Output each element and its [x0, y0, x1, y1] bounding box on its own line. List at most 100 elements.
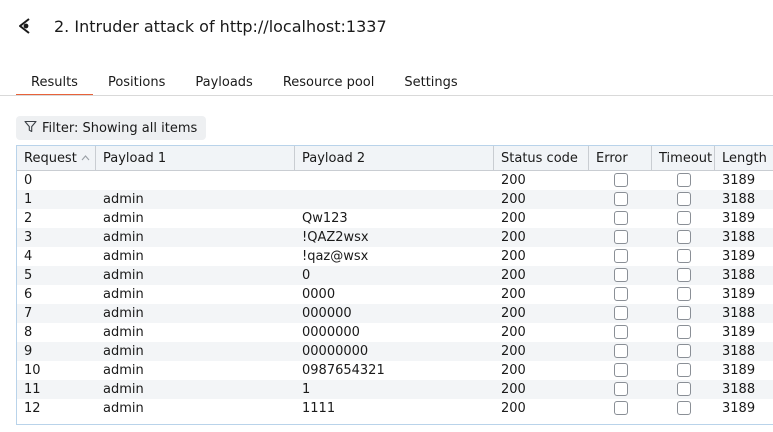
cell-status-code: 200 [501, 306, 526, 321]
cell-request: 7 [24, 306, 33, 321]
cell-payload-2: 0000 [302, 287, 336, 302]
cell-request: 8 [24, 325, 33, 340]
timeout-checkbox[interactable] [677, 306, 691, 320]
table-row[interactable]: 8 admin 0000000 200 3189 [17, 323, 773, 342]
timeout-checkbox[interactable] [677, 363, 691, 377]
error-checkbox[interactable] [614, 401, 628, 415]
timeout-checkbox[interactable] [677, 192, 691, 206]
table-row[interactable]: 11 admin 1 200 3188 [17, 380, 773, 399]
cell-status-code: 200 [501, 287, 526, 302]
cell-payload-1: admin [103, 230, 144, 245]
error-checkbox[interactable] [614, 268, 628, 282]
table-row[interactable]: 3 admin !QAZ2wsx 200 3188 [17, 228, 773, 247]
timeout-checkbox[interactable] [677, 401, 691, 415]
tab-payloads[interactable]: Payloads [180, 74, 267, 96]
table-row[interactable]: 1 admin 200 3188 [17, 190, 773, 209]
table-row[interactable]: 4 admin !qaz@wsx 200 3189 [17, 247, 773, 266]
cell-length: 3188 [722, 268, 756, 283]
window-title: 2. Intruder attack of http://localhost:1… [54, 17, 387, 36]
error-checkbox[interactable] [614, 192, 628, 206]
error-checkbox[interactable] [614, 306, 628, 320]
cell-status-code: 200 [501, 382, 526, 397]
cell-request: 10 [24, 363, 41, 378]
timeout-checkbox[interactable] [677, 325, 691, 339]
cell-request: 4 [24, 249, 33, 264]
cell-length: 3188 [722, 382, 756, 397]
cell-length: 3189 [722, 401, 756, 416]
cell-status-code: 200 [501, 173, 526, 188]
timeout-checkbox[interactable] [677, 249, 691, 263]
cell-request: 12 [24, 401, 41, 416]
timeout-checkbox[interactable] [677, 268, 691, 282]
cell-payload-1: admin [103, 192, 144, 207]
table-row[interactable]: 0 200 3189 [17, 171, 773, 190]
filter-label: Filter: Showing all items [42, 120, 198, 136]
table-row[interactable]: 10 admin 0987654321 200 3189 [17, 361, 773, 380]
column-header-length[interactable]: Length [715, 146, 773, 171]
cell-payload-1: admin [103, 325, 144, 340]
error-checkbox[interactable] [614, 363, 628, 377]
cell-request: 6 [24, 287, 33, 302]
error-checkbox[interactable] [614, 344, 628, 358]
tab-resource-pool[interactable]: Resource pool [268, 74, 390, 96]
column-header-label: Request [24, 151, 77, 166]
cell-length: 3188 [722, 230, 756, 245]
error-checkbox[interactable] [614, 382, 628, 396]
timeout-checkbox[interactable] [677, 287, 691, 301]
column-header-error[interactable]: Error [589, 146, 652, 171]
table-row[interactable]: 5 admin 0 200 3188 [17, 266, 773, 285]
error-checkbox[interactable] [614, 287, 628, 301]
column-header-request[interactable]: Request [17, 146, 96, 171]
column-header-timeout[interactable]: Timeout [652, 146, 715, 171]
timeout-checkbox[interactable] [677, 211, 691, 225]
cell-payload-1: admin [103, 211, 144, 226]
timeout-checkbox[interactable] [677, 173, 691, 187]
window-titlebar: 2. Intruder attack of http://localhost:1… [0, 0, 773, 56]
cell-payload-1: admin [103, 401, 144, 416]
cell-payload-1: admin [103, 382, 144, 397]
filter-button[interactable]: Filter: Showing all items [16, 116, 207, 140]
cell-status-code: 200 [501, 325, 526, 340]
cell-length: 3188 [722, 344, 756, 359]
table-header: Request Payload 1 Payload 2 Status code … [17, 146, 773, 171]
error-checkbox[interactable] [614, 249, 628, 263]
timeout-checkbox[interactable] [677, 230, 691, 244]
tab-positions[interactable]: Positions [93, 74, 180, 96]
column-header-payload-2[interactable]: Payload 2 [295, 146, 494, 171]
error-checkbox[interactable] [614, 325, 628, 339]
cell-payload-1: admin [103, 344, 144, 359]
timeout-checkbox[interactable] [677, 344, 691, 358]
tab-settings[interactable]: Settings [389, 74, 472, 96]
cell-length: 3189 [722, 325, 756, 340]
error-checkbox[interactable] [614, 230, 628, 244]
cell-length: 3188 [722, 306, 756, 321]
cell-length: 3189 [722, 173, 756, 188]
tab-bar: Results Positions Payloads Resource pool… [16, 74, 473, 96]
cell-length: 3189 [722, 249, 756, 264]
cell-payload-2: 1 [302, 382, 311, 397]
tab-results[interactable]: Results [16, 74, 93, 96]
cell-payload-1: admin [103, 363, 144, 378]
cell-status-code: 200 [501, 401, 526, 416]
cell-length: 3188 [722, 192, 756, 207]
error-checkbox[interactable] [614, 173, 628, 187]
filter-icon [24, 120, 37, 137]
cell-request: 9 [24, 344, 33, 359]
cell-status-code: 200 [501, 192, 526, 207]
error-checkbox[interactable] [614, 211, 628, 225]
cell-payload-1 [96, 171, 295, 190]
timeout-checkbox[interactable] [677, 382, 691, 396]
table-row[interactable]: 9 admin 00000000 200 3188 [17, 342, 773, 361]
table-row[interactable]: 7 admin 000000 200 3188 [17, 304, 773, 323]
column-header-payload-1[interactable]: Payload 1 [96, 146, 295, 171]
cell-payload-1: admin [103, 268, 144, 283]
table-row[interactable]: 2 admin Qw123 200 3189 [17, 209, 773, 228]
cell-payload-2: 00000000 [302, 344, 369, 359]
column-header-status-code[interactable]: Status code [494, 146, 589, 171]
table-row[interactable]: 6 admin 0000 200 3189 [17, 285, 773, 304]
cell-status-code: 200 [501, 268, 526, 283]
cell-payload-2: !qaz@wsx [302, 249, 369, 264]
cell-status-code: 200 [501, 363, 526, 378]
table-row[interactable]: 12 admin 1111 200 3189 [17, 399, 773, 418]
cell-length: 3189 [722, 287, 756, 302]
